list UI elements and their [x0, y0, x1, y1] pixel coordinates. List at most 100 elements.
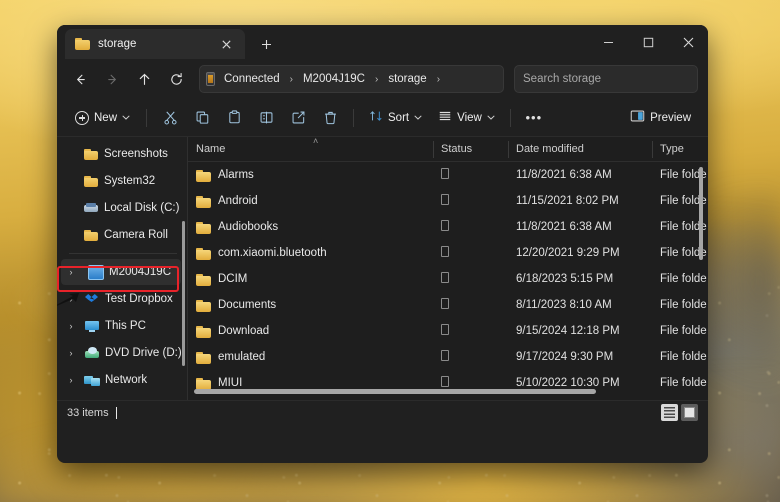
table-row[interactable]: Android 11/15/2021 8:02 PM File folde	[188, 188, 708, 214]
sidebar-tree-devices: › M2004J19C › Test Dropbox › This PC ›	[57, 259, 187, 393]
file-name: Audiobooks	[218, 221, 278, 233]
sidebar-item-label: Test Dropbox	[105, 293, 173, 305]
file-status-cell	[433, 376, 508, 390]
file-type-cell: File folde	[652, 299, 708, 311]
column-header-name[interactable]: Name ˄	[188, 137, 433, 162]
table-row[interactable]: Documents 8/11/2023 8:10 AM File folde	[188, 292, 708, 318]
view-button[interactable]: View	[431, 104, 502, 132]
scrollbar-thumb[interactable]	[194, 389, 596, 394]
breadcrumb-storage[interactable]: storage	[383, 71, 431, 87]
table-row[interactable]: Alarms 11/8/2021 6:38 AM File folde	[188, 162, 708, 188]
file-name: DCIM	[218, 273, 247, 285]
forward-button[interactable]	[97, 64, 127, 94]
status-glyph-icon	[441, 324, 449, 335]
column-header-type[interactable]: Type	[652, 137, 708, 162]
sort-label: Sort	[388, 112, 409, 124]
chevron-right-icon: ›	[374, 74, 379, 85]
file-name-cell: emulated	[188, 351, 433, 364]
chevron-right-icon[interactable]: ›	[63, 375, 79, 385]
copy-icon[interactable]	[187, 104, 217, 132]
status-bar: 33 items	[57, 400, 708, 424]
sidebar-item-network[interactable]: › Network	[61, 367, 181, 393]
maximize-button[interactable]	[628, 25, 668, 59]
file-name-cell: Download	[188, 325, 433, 338]
preview-button[interactable]: Preview	[623, 104, 698, 132]
chevron-right-icon[interactable]: ›	[63, 267, 79, 277]
window-body: Screenshots System32 Local Disk (C:) Cam…	[57, 137, 708, 400]
refresh-button[interactable]	[161, 64, 191, 94]
file-status-cell	[433, 272, 508, 286]
minimize-button[interactable]	[588, 25, 628, 59]
column-header-label: Name	[196, 143, 225, 155]
table-row[interactable]: Download 9/15/2024 12:18 PM File folde	[188, 318, 708, 344]
details-view-icon[interactable]	[661, 404, 678, 421]
preview-label: Preview	[650, 112, 691, 124]
sidebar-item-label: Screenshots	[104, 148, 168, 160]
pc-icon	[84, 318, 100, 334]
sidebar-item-local-disk-c[interactable]: Local Disk (C:)	[61, 195, 181, 221]
sidebar-item-label: M2004J19C	[109, 266, 171, 278]
chevron-right-icon[interactable]: ›	[63, 321, 79, 331]
tab-label: storage	[98, 38, 207, 50]
file-name: Documents	[218, 299, 276, 311]
file-list-pane: Name ˄ Status Date modified Type Alar	[188, 137, 708, 400]
sidebar-item-screenshots[interactable]: Screenshots	[61, 141, 181, 167]
close-icon[interactable]	[215, 33, 237, 55]
status-glyph-icon	[441, 298, 449, 309]
file-type-cell: File folde	[652, 377, 708, 389]
column-header-date-modified[interactable]: Date modified	[508, 137, 652, 162]
table-row[interactable]: Audiobooks 11/8/2021 6:38 AM File folde	[188, 214, 708, 240]
file-list-horizontal-scrollbar[interactable]	[194, 389, 690, 394]
sidebar-item-system32[interactable]: System32	[61, 168, 181, 194]
window-controls	[588, 25, 708, 59]
sidebar-item-this-pc[interactable]: › This PC	[61, 313, 181, 339]
column-header-status[interactable]: Status	[433, 137, 508, 162]
file-status-cell	[433, 246, 508, 260]
title-bar: storage	[57, 25, 708, 59]
dvd-icon	[84, 345, 100, 361]
new-tab-button[interactable]	[253, 31, 279, 57]
back-button[interactable]	[65, 64, 95, 94]
paste-icon[interactable]	[219, 104, 249, 132]
table-row[interactable]: DCIM 6/18/2023 5:15 PM File folde	[188, 266, 708, 292]
rename-icon[interactable]	[251, 104, 281, 132]
table-row[interactable]: Movies 9/6/2024 12:48 AM File folde	[188, 396, 708, 400]
file-name-cell: Alarms	[188, 169, 433, 182]
breadcrumb-connected[interactable]: Connected	[219, 71, 285, 87]
breadcrumb-device[interactable]: M2004J19C	[298, 71, 370, 87]
up-button[interactable]	[129, 64, 159, 94]
disk-icon	[83, 200, 99, 216]
folder-icon	[83, 173, 99, 189]
file-name: MIUI	[218, 377, 242, 389]
sidebar-item-label: DVD Drive (D:) C	[105, 347, 181, 359]
status-glyph-icon	[441, 350, 449, 361]
search-input[interactable]: Search storage	[514, 65, 698, 93]
window-close-button[interactable]	[668, 25, 708, 59]
sidebar-item-label: This PC	[105, 320, 146, 332]
tab-storage[interactable]: storage	[65, 29, 245, 59]
tiles-view-icon[interactable]	[681, 404, 698, 421]
folder-icon	[196, 221, 211, 234]
folder-icon	[196, 377, 211, 390]
table-row[interactable]: com.xiaomi.bluetooth 12/20/2021 9:29 PM …	[188, 240, 708, 266]
chevron-down-icon	[414, 113, 422, 122]
sidebar-item-m2004j19c[interactable]: › M2004J19C	[61, 259, 181, 285]
annotation-pointer-arrow	[57, 292, 83, 314]
sort-button[interactable]: Sort	[362, 104, 429, 132]
chevron-right-icon[interactable]: ›	[63, 348, 79, 358]
file-status-cell	[433, 298, 508, 312]
column-headers: Name ˄ Status Date modified Type	[188, 137, 708, 162]
plus-circle-icon	[75, 111, 89, 125]
address-bar[interactable]: Connected › M2004J19C › storage ›	[199, 65, 504, 93]
sidebar-scrollbar-thumb[interactable]	[182, 221, 185, 366]
sidebar-item-camera-roll[interactable]: Camera Roll	[61, 222, 181, 248]
cut-icon[interactable]	[155, 104, 185, 132]
share-icon[interactable]	[283, 104, 313, 132]
table-row[interactable]: emulated 9/17/2024 9:30 PM File folde	[188, 344, 708, 370]
sidebar-item-dvd-drive[interactable]: › DVD Drive (D:) C	[61, 340, 181, 366]
overflow-menu-button[interactable]: •••	[519, 104, 549, 132]
new-button[interactable]: New	[67, 104, 138, 132]
delete-icon[interactable]	[315, 104, 345, 132]
file-list-vertical-scrollbar[interactable]	[699, 167, 703, 260]
folder-icon	[196, 273, 211, 286]
